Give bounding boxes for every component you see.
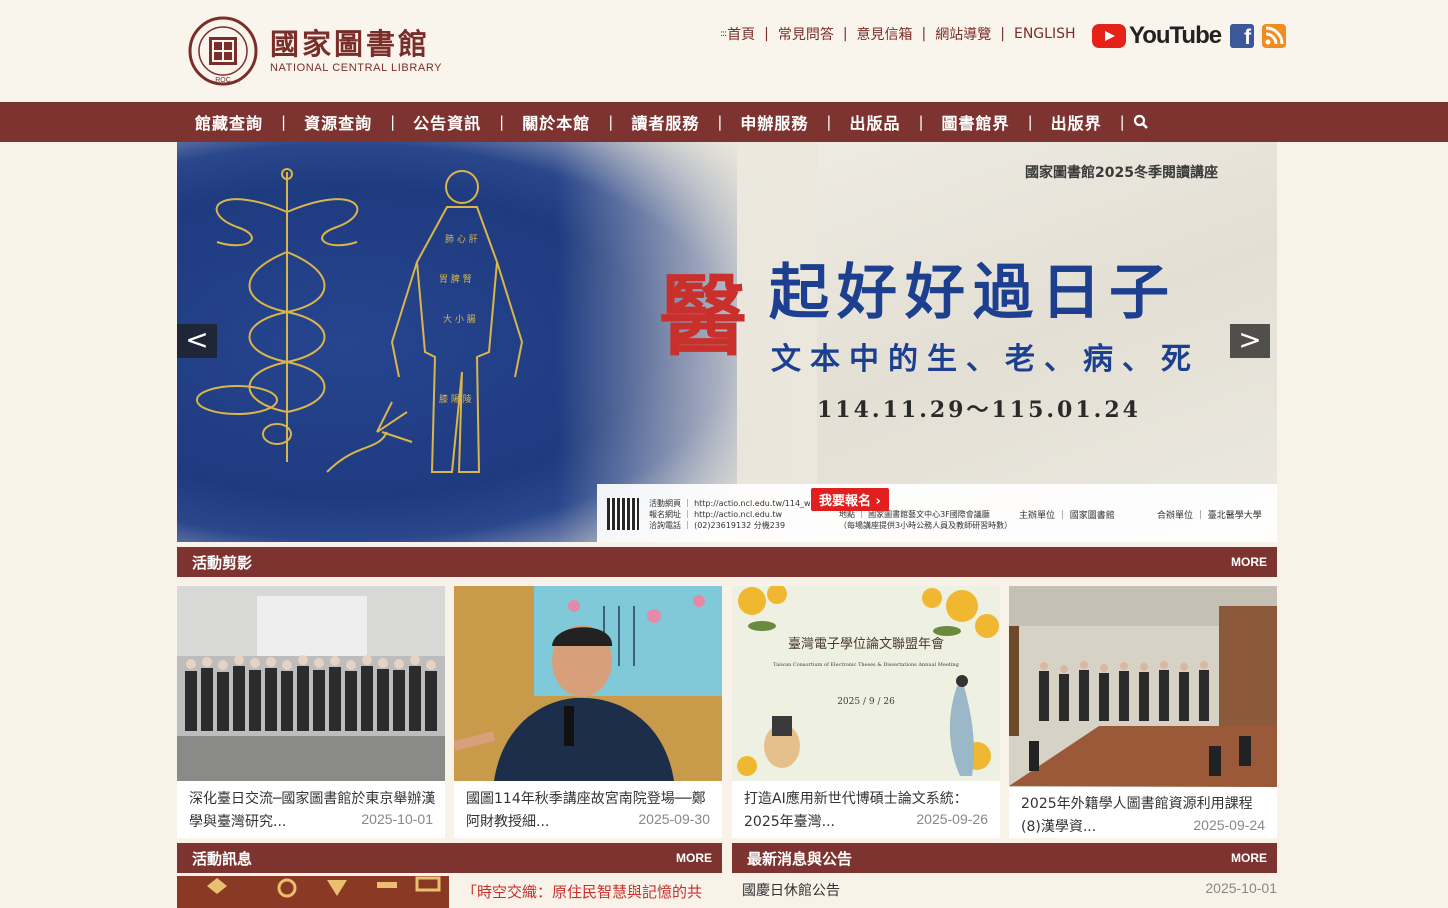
gallery-date: 2025-09-26: [916, 811, 988, 827]
news-item[interactable]: 國慶日休館公告 2025-10-01: [742, 880, 1277, 900]
nav-announcements[interactable]: 公告資訊: [395, 110, 499, 134]
youtube-icon[interactable]: [1092, 24, 1126, 48]
gallery-date: 2025-09-24: [1193, 817, 1265, 833]
gallery-photo: [454, 586, 722, 781]
hero-banner[interactable]: 肺 心 肝 胃 脾 腎 大 小 腸 膝 陽 陵 國家圖書館2025冬季閱讀講座 …: [177, 142, 1277, 542]
signup-button[interactable]: 我要報名 ›: [811, 488, 889, 511]
youtube-wordmark[interactable]: YouTube: [1129, 22, 1222, 50]
svg-text:膝 陽 陵: 膝 陽 陵: [439, 393, 472, 405]
gallery-more-link[interactable]: MORE: [1231, 555, 1267, 569]
nav-about[interactable]: 關於本館: [504, 110, 608, 134]
library-seal-icon: ROC: [188, 16, 258, 86]
svg-text:大 小 腸: 大 小 腸: [443, 313, 476, 325]
gallery-photo: [177, 586, 445, 781]
banner-dates: 114.11.29～115.01.24: [817, 397, 1141, 423]
site-logo[interactable]: ROC 國家圖書館 NATIONAL CENTRAL LIBRARY: [186, 16, 442, 86]
card-image-subtitle: Taiwan Consortium of Electronic Theses &…: [773, 662, 959, 668]
banner-big-character: 醫: [659, 264, 748, 368]
banner-title-secondary: 文本中的生、老、病、死: [771, 342, 1200, 377]
gallery-photo: [1009, 586, 1277, 787]
toplink-home[interactable]: 首頁: [727, 24, 755, 44]
gallery-card[interactable]: 國圖114年秋季講座故宮南院登場──鄭阿財教授細... 2025-09-30: [454, 586, 722, 838]
svg-text:胃 脾 腎: 胃 脾 腎: [439, 273, 472, 285]
facebook-icon[interactable]: f: [1230, 24, 1255, 48]
event-thumbnail[interactable]: [177, 876, 449, 908]
events-more-link[interactable]: MORE: [676, 851, 712, 865]
news-item-date: 2025-10-01: [1205, 880, 1277, 896]
nav-application-services[interactable]: 申辦服務: [722, 110, 826, 134]
grid-dots-icon: :::: [720, 29, 727, 39]
banner-info: 活動網頁 ｜ http://actio.ncl.edu.tw/114_winte…: [649, 499, 826, 530]
social-links: YouTube f: [1092, 22, 1287, 50]
qr-code-icon: [607, 498, 639, 530]
banner-title: 起好好過日子: [769, 258, 1177, 328]
gallery-card[interactable]: 臺灣電子學位論文聯盟年會 Taiwan Consortium of Electr…: [732, 586, 1000, 838]
gallery-photo: 臺灣電子學位論文聯盟年會 Taiwan Consortium of Electr…: [732, 586, 1000, 781]
nav-resource-search[interactable]: 資源查詢: [286, 110, 390, 134]
gallery-section-header: 活動剪影 MORE: [177, 547, 1277, 577]
gallery-date: 2025-09-30: [638, 811, 710, 827]
news-item-title[interactable]: 國慶日休館公告: [742, 883, 840, 899]
logo-chinese-name: 國家圖書館: [270, 27, 431, 61]
gallery-date: 2025-10-01: [361, 811, 433, 827]
section-title: 活動訊息: [192, 850, 253, 868]
events-section-header: 活動訊息 MORE: [177, 843, 722, 873]
gallery-card[interactable]: 深化臺日交流─國家圖書館於東京舉辦漢學與臺灣研究... 2025-10-01: [177, 586, 445, 838]
card-image-title: 臺灣電子學位論文聯盟年會: [788, 636, 944, 652]
carousel-prev-button[interactable]: <: [177, 324, 217, 358]
gallery-card[interactable]: 2025年外籍學人圖書館資源利用課程(8)漢學資... 2025-09-24: [1009, 586, 1277, 838]
banner-subtitle: 國家圖書館2025冬季閱讀講座: [1025, 165, 1218, 181]
carousel-next-button[interactable]: >: [1230, 324, 1270, 358]
svg-text:肺 心 肝: 肺 心 肝: [445, 234, 478, 245]
rss-icon[interactable]: [1262, 24, 1287, 48]
medical-illustration: 肺 心 肝 胃 脾 腎 大 小 腸 膝 陽 陵: [196, 168, 524, 473]
section-title: 活動剪影: [192, 554, 253, 572]
logo-english-name: NATIONAL CENTRAL LIBRARY: [270, 62, 443, 74]
banner-organizer: 主辦單位 ｜ 國家圖書館: [1019, 511, 1115, 521]
news-section-header: 最新消息與公告 MORE: [732, 843, 1277, 873]
nav-library-community[interactable]: 圖書館界: [924, 110, 1028, 134]
news-more-link[interactable]: MORE: [1231, 851, 1267, 865]
top-links: ::: 首頁 | 常見問答 | 意見信箱 | 網站導覽 | ENGLISH: [720, 24, 1076, 44]
toplink-feedback[interactable]: 意見信箱: [857, 24, 913, 44]
main-nav: 館藏查詢 | 資源查詢 | 公告資訊 | 關於本館 | 讀者服務 | 申辦服務 …: [0, 102, 1448, 142]
toplink-english[interactable]: ENGLISH: [1014, 26, 1076, 42]
toplink-sitemap[interactable]: 網站導覽: [935, 24, 991, 44]
nav-collection-search[interactable]: 館藏查詢: [177, 110, 281, 134]
toplink-faq[interactable]: 常見問答: [778, 24, 834, 44]
card-image-date: 2025 / 9 / 26: [837, 697, 895, 707]
banner-co-organizer: 合辦單位 ｜ 臺北醫學大學: [1157, 511, 1262, 521]
nav-publications[interactable]: 出版品: [831, 110, 918, 134]
event-item-title[interactable]: 「時空交織：原住民智慧與記憶的共: [462, 880, 702, 904]
nav-publishing[interactable]: 出版界: [1033, 110, 1120, 134]
site-header: ROC 國家圖書館 NATIONAL CENTRAL LIBRARY ::: 首…: [0, 0, 1448, 102]
search-icon[interactable]: [1133, 114, 1149, 130]
nav-reader-services[interactable]: 讀者服務: [613, 110, 717, 134]
section-title: 最新消息與公告: [747, 850, 853, 868]
svg-text:ROC: ROC: [215, 77, 231, 84]
